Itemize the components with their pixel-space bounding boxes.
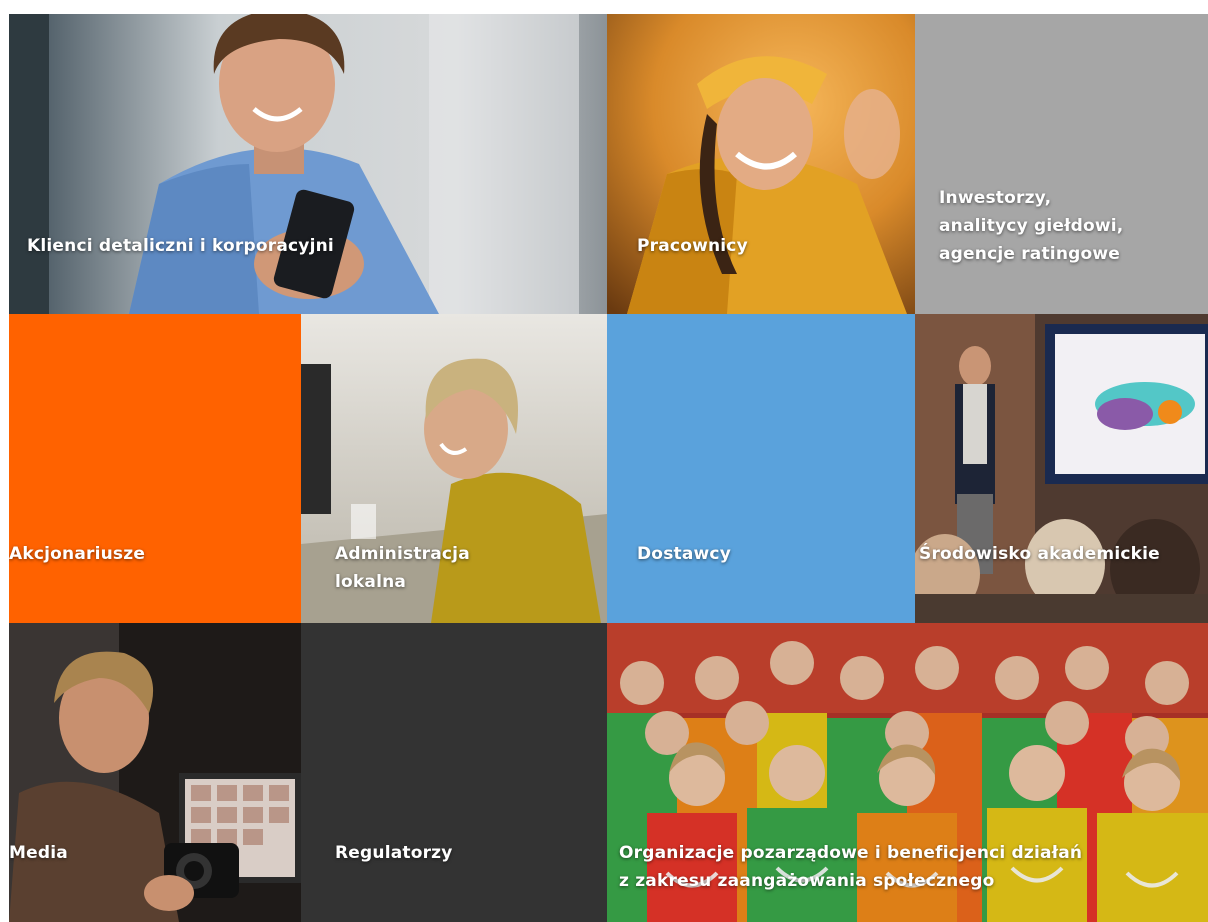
tile-label: Organizacje pozarządowe i beneficjenci d… <box>619 843 1083 891</box>
photo-presenter-at-screen <box>915 314 1208 623</box>
tile-label: Środowisko akademickie <box>919 544 1160 564</box>
tile-regulatorzy[interactable]: Regulatorzy <box>301 623 607 922</box>
tile-label: Inwestorzy, analitycy giełdowi, agencje … <box>939 188 1124 264</box>
tile-label: Administracja lokalna <box>335 544 470 592</box>
tile-label: Regulatorzy <box>335 843 453 863</box>
tile-label: Media <box>9 843 68 863</box>
tile-label: Klienci detaliczni i korporacyjni <box>27 236 334 256</box>
tile-inwestorzy[interactable]: Inwestorzy, analitycy giełdowi, agencje … <box>915 14 1208 314</box>
tile-organizacje[interactable]: Organizacje pozarządowe i beneficjenci d… <box>607 623 1208 922</box>
tile-dostawcy[interactable]: Dostawcy <box>607 314 915 623</box>
photo-photographer-with-camera <box>9 623 301 922</box>
tile-akcjonariusze[interactable]: Akcjonariusze <box>9 314 301 623</box>
tile-label: Akcjonariusze <box>9 544 146 564</box>
tile-pracownicy[interactable]: Pracownicy <box>607 14 915 314</box>
photo-woman-in-orange-jacket <box>607 14 915 314</box>
tile-srodowisko[interactable]: Środowisko akademickie <box>915 314 1208 623</box>
photo-smiling-man-with-phone <box>9 14 607 314</box>
tile-label: Dostawcy <box>637 544 731 564</box>
tile-label: Pracownicy <box>637 236 748 256</box>
tile-administracja[interactable]: Administracja lokalna <box>301 314 607 623</box>
tile-klienci[interactable]: Klienci detaliczni i korporacyjni <box>9 14 607 314</box>
tile-media[interactable]: Media <box>9 623 301 922</box>
stakeholder-grid: Klienci detaliczni i korporacyjni Pracow… <box>9 14 1208 922</box>
